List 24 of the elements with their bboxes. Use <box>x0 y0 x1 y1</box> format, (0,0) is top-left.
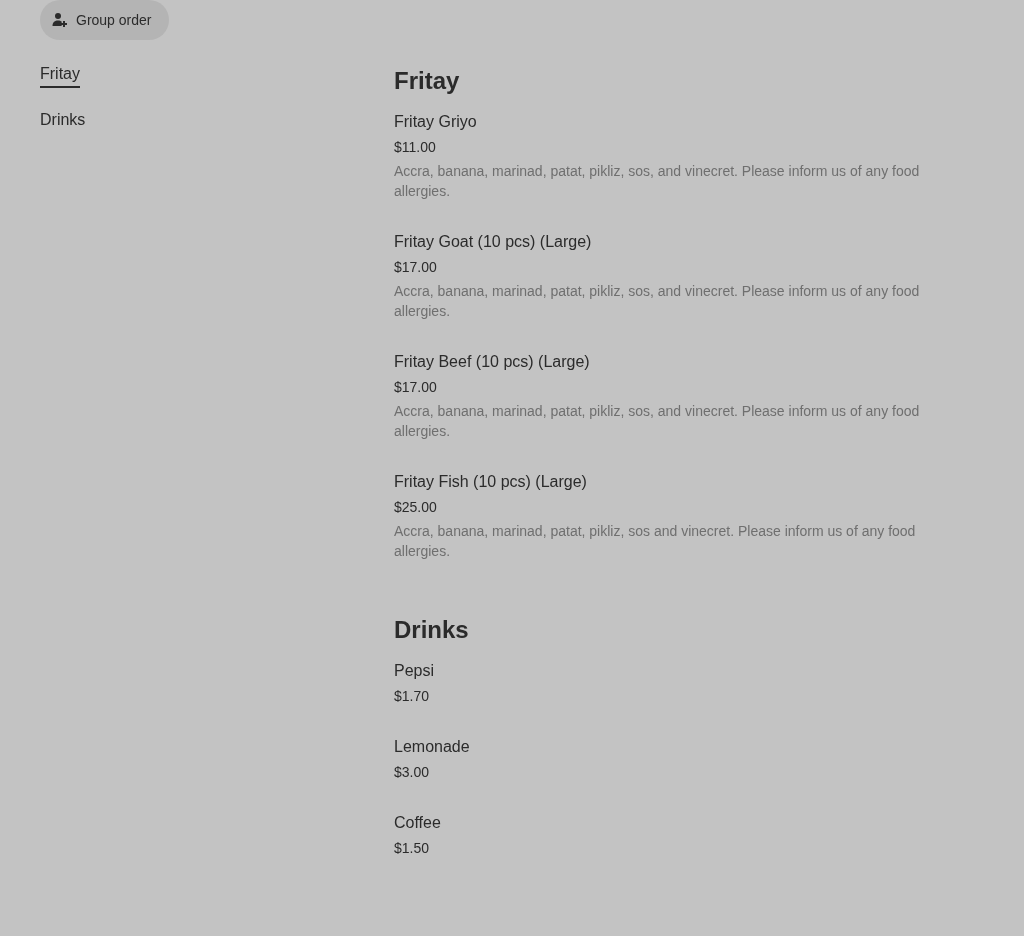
item-name[interactable]: Coffee <box>394 811 974 835</box>
item-name[interactable]: Fritay Fish (10 pcs) (Large) <box>394 470 974 494</box>
section-heading: Drinks <box>394 615 470 645</box>
item-name[interactable]: Fritay Goat (10 pcs) (Large) <box>394 230 974 254</box>
item-name[interactable]: Lemonade <box>394 735 974 759</box>
item-description: Accra, banana, marinad, patat, pikliz, sos and vinecret. Please inform us of any food allergies. <box>394 522 917 561</box>
item-price: $11.00 <box>394 138 437 157</box>
section-heading: Fritay <box>394 66 461 96</box>
item-price: $1.70 <box>394 687 431 706</box>
category-link[interactable]: Fritay <box>40 62 80 88</box>
item-price: $3.00 <box>394 763 431 782</box>
person-add-icon <box>52 12 68 28</box>
item-name[interactable]: Fritay Griyo <box>394 110 974 134</box>
item-price: $25.00 <box>394 498 438 517</box>
item-price: $17.00 <box>394 378 438 397</box>
item-description: Accra, banana, marinad, patat, pikliz, sos, and vinecret. Please inform us of any food allergies. <box>394 282 921 321</box>
item-price: $1.50 <box>394 839 431 858</box>
item-description: Accra, banana, marinad, patat, pikliz, sos, and vinecret. Please inform us of any food allergies. <box>394 162 921 201</box>
item-name[interactable]: Pepsi <box>394 659 974 683</box>
item-price: $17.00 <box>394 258 438 277</box>
item-name[interactable]: Fritay Beef (10 pcs) (Large) <box>394 350 974 374</box>
category-link[interactable]: Drinks <box>40 108 86 134</box>
item-description: Accra, banana, marinad, patat, pikliz, sos, and vinecret. Please inform us of any food allergies. <box>394 402 921 441</box>
group-order-button[interactable]: Group order <box>40 0 170 40</box>
